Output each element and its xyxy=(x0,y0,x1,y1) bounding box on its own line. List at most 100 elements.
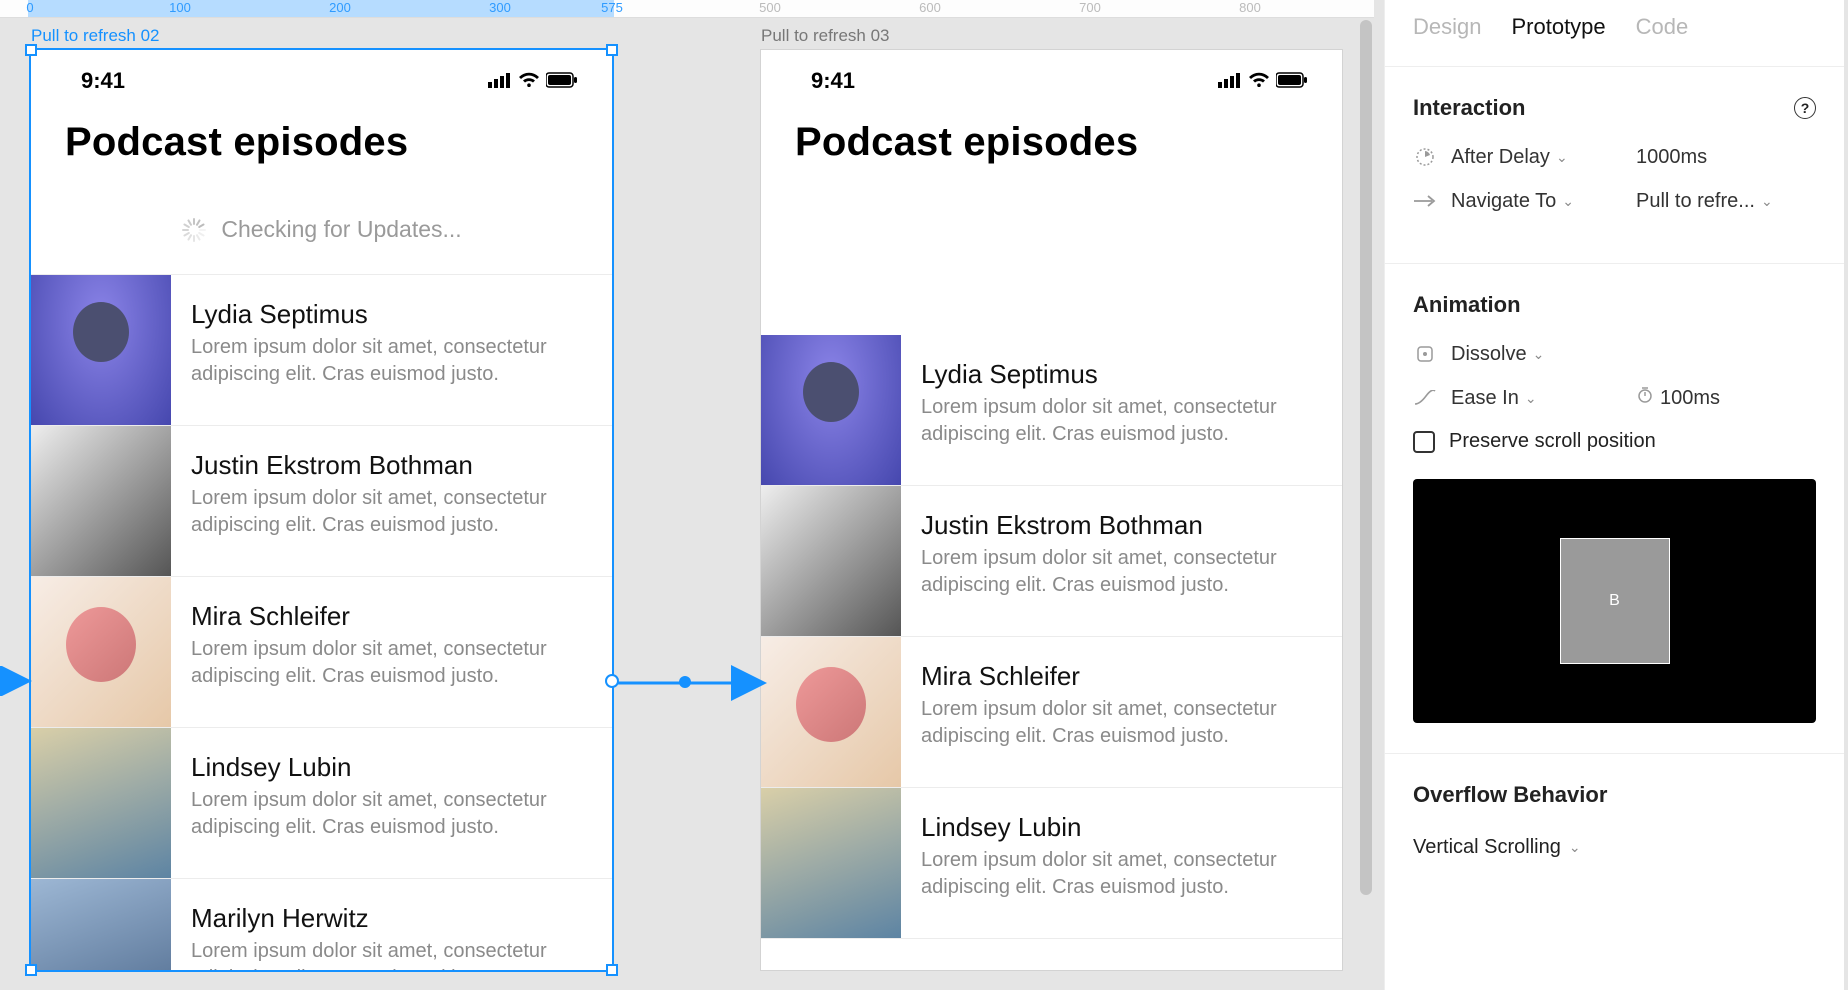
list-item[interactable]: Marilyn HerwitzLorem ipsum dolor sit ame… xyxy=(31,879,612,970)
overflow-value: Vertical Scrolling xyxy=(1413,836,1561,859)
interaction-title: Interaction xyxy=(1413,95,1525,121)
connection-start-handle[interactable] xyxy=(605,674,619,688)
avatar xyxy=(31,577,171,727)
list-item[interactable]: Justin Ekstrom Bothman Lorem ipsum dolor … xyxy=(31,426,612,577)
frame-label[interactable]: Pull to refresh 02 xyxy=(31,26,160,46)
list-item-text: Lydia SeptimusLorem ipsum dolor sit amet… xyxy=(901,335,1341,485)
episode-description: Lorem ipsum dolor sit amet, consectetur … xyxy=(191,485,591,539)
animation-preview[interactable]: B xyxy=(1413,479,1816,723)
list-item[interactable]: Lydia SeptimusLorem ipsum dolor sit amet… xyxy=(31,275,612,426)
trigger-row[interactable]: After Delay ⌄ 1000ms xyxy=(1413,145,1816,169)
preserve-scroll-row[interactable]: Preserve scroll position xyxy=(1413,430,1816,453)
canvas[interactable]: 0100200300575500600700800 Pull to refres… xyxy=(0,0,1374,990)
panel-tabs: Design Prototype Code xyxy=(1385,0,1844,66)
avatar xyxy=(31,426,171,576)
chevron-down-icon: ⌄ xyxy=(1761,193,1773,210)
episode-description: Lorem ipsum dolor sit amet, consectetur … xyxy=(191,636,591,690)
episode-author: Justin Ekstrom Bothman xyxy=(921,510,1321,541)
refresh-status-text: Checking for Updates... xyxy=(221,216,461,243)
wifi-icon xyxy=(518,68,540,94)
cellular-icon xyxy=(488,68,512,94)
episode-author: Lindsey Lubin xyxy=(191,752,591,783)
list-item[interactable]: Mira Schleifer Lorem ipsum dolor sit amet… xyxy=(31,577,612,728)
duration-value[interactable]: 100ms xyxy=(1660,387,1720,410)
status-icons xyxy=(488,68,578,94)
ease-curve-icon xyxy=(1413,386,1437,410)
animation-type-row[interactable]: Dissolve ⌄ xyxy=(1413,342,1816,366)
list-item-text: Lydia SeptimusLorem ipsum dolor sit amet… xyxy=(171,275,611,425)
easing-label: Ease In xyxy=(1451,387,1519,410)
frame-label[interactable]: Pull to refresh 03 xyxy=(761,26,890,46)
canvas-scrollbar[interactable] xyxy=(1360,20,1372,895)
trigger-label: After Delay xyxy=(1451,146,1550,169)
clock-icon xyxy=(1413,145,1437,169)
action-row[interactable]: Navigate To ⌄ Pull to refre... ⌄ xyxy=(1413,189,1816,213)
connection-midpoint-handle[interactable] xyxy=(679,676,691,688)
list-item[interactable]: Lindsey Lubin Lorem ipsum dolor sit amet,… xyxy=(761,788,1342,939)
easing-row[interactable]: Ease In ⌄ 100ms xyxy=(1413,386,1816,410)
status-bar: 9:41 xyxy=(761,50,1342,102)
interaction-section: Interaction ? After Delay ⌄ 1000ms Navig… xyxy=(1385,66,1844,263)
arrow-right-icon xyxy=(1413,189,1437,213)
page-title: Podcast episodes xyxy=(31,102,612,185)
incoming-connection-arrow-icon xyxy=(0,666,34,696)
chevron-down-icon: ⌄ xyxy=(1525,390,1537,407)
timer-icon xyxy=(1636,386,1654,410)
list-item-text: Justin Ekstrom Bothman Lorem ipsum dolor … xyxy=(171,426,611,576)
list-item[interactable]: Lydia SeptimusLorem ipsum dolor sit amet… xyxy=(761,335,1342,486)
chevron-down-icon: ⌄ xyxy=(1569,839,1581,856)
episode-description: Lorem ipsum dolor sit amet, consectetur … xyxy=(921,545,1321,599)
selection-handle[interactable] xyxy=(25,964,37,976)
avatar xyxy=(31,275,171,425)
frame[interactable]: 9:41Podcast episodesLydia SeptimusLorem … xyxy=(761,50,1342,970)
avatar xyxy=(761,788,901,938)
help-icon[interactable]: ? xyxy=(1794,97,1816,119)
episode-author: Marilyn Herwitz xyxy=(191,903,591,934)
animation-title: Animation xyxy=(1413,292,1521,318)
list-item-text: Justin Ekstrom Bothman Lorem ipsum dolor … xyxy=(901,486,1341,636)
tab-prototype[interactable]: Prototype xyxy=(1511,14,1605,40)
selection-handle[interactable] xyxy=(606,44,618,56)
action-label: Navigate To xyxy=(1451,190,1556,213)
dissolve-icon xyxy=(1413,342,1437,366)
trigger-value[interactable]: 1000ms xyxy=(1636,146,1816,169)
episode-description: Lorem ipsum dolor sit amet, consectetur … xyxy=(921,847,1321,901)
list-item[interactable]: Lindsey LubinLorem ipsum dolor sit amet,… xyxy=(31,728,612,879)
battery-icon xyxy=(546,68,578,94)
episode-description: Lorem ipsum dolor sit amet, consectetur … xyxy=(191,334,591,388)
battery-icon xyxy=(1276,68,1308,94)
frame[interactable]: 9:41 Podcast episodes Checking for Updates… xyxy=(31,50,612,970)
overflow-section: Overflow Behavior Vertical Scrolling ⌄ xyxy=(1385,753,1844,889)
list-item-text: Lindsey Lubin Lorem ipsum dolor sit amet,… xyxy=(901,788,1341,938)
checkbox-unchecked[interactable] xyxy=(1413,431,1435,453)
list-item[interactable]: Mira SchleiferLorem ipsum dolor sit amet… xyxy=(761,637,1342,788)
ruler-tick: 700 xyxy=(1079,0,1101,15)
list-item-text: Lindsey LubinLorem ipsum dolor sit amet,… xyxy=(171,728,611,878)
ruler-tick: 800 xyxy=(1239,0,1261,15)
avatar xyxy=(31,879,171,970)
selection-handle[interactable] xyxy=(25,44,37,56)
action-value[interactable]: Pull to refre... xyxy=(1636,190,1755,213)
selection-handle[interactable] xyxy=(606,964,618,976)
status-icons xyxy=(1218,68,1308,94)
episode-author: Mira Schleifer xyxy=(191,601,591,632)
episode-author: Justin Ekstrom Bothman xyxy=(191,450,591,481)
status-time: 9:41 xyxy=(81,68,125,94)
episode-author: Lindsey Lubin xyxy=(921,812,1321,843)
episode-description: Lorem ipsum dolor sit amet, consectetur … xyxy=(921,696,1321,750)
avatar xyxy=(761,637,901,787)
overflow-value-row[interactable]: Vertical Scrolling ⌄ xyxy=(1413,836,1816,859)
list-item[interactable]: Justin Ekstrom Bothman Lorem ipsum dolor … xyxy=(761,486,1342,637)
spinner-icon xyxy=(181,217,207,243)
ruler-horizontal[interactable]: 0100200300575500600700800 xyxy=(0,0,1374,18)
tab-design[interactable]: Design xyxy=(1413,14,1481,40)
list-item-text: Mira Schleifer Lorem ipsum dolor sit amet… xyxy=(171,577,611,727)
avatar xyxy=(761,486,901,636)
list-item-text: Marilyn HerwitzLorem ipsum dolor sit ame… xyxy=(171,879,611,970)
ruler-tick: 575 xyxy=(601,0,623,15)
refresh-status-row: Checking for Updates... xyxy=(31,185,612,275)
cellular-icon xyxy=(1218,68,1242,94)
tab-code[interactable]: Code xyxy=(1636,14,1689,40)
ruler-tick: 200 xyxy=(329,0,351,15)
ruler-tick: 300 xyxy=(489,0,511,15)
